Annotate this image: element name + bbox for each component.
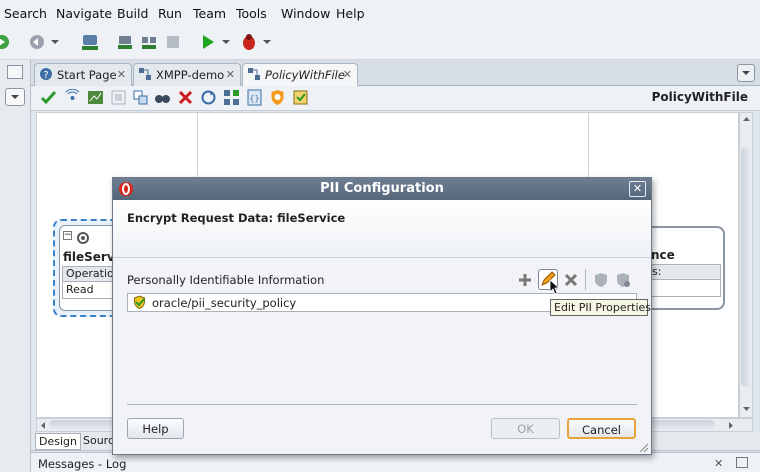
tab-start-page[interactable]: ? Start Page ✕ <box>34 63 132 86</box>
delete-icon[interactable] <box>562 271 580 289</box>
checklist-icon[interactable] <box>292 89 309 106</box>
scroll-down-icon[interactable] <box>742 405 751 413</box>
clean-icon[interactable] <box>163 32 183 52</box>
policy-shield-icon <box>134 295 145 310</box>
chevron-down-icon[interactable] <box>49 32 61 52</box>
minimize-icon[interactable] <box>736 457 748 468</box>
messages-title: Messages - Log <box>38 457 127 471</box>
wireless-icon[interactable] <box>64 89 81 106</box>
composite-icon <box>248 68 260 80</box>
source-icon[interactable]: {} <box>246 89 263 106</box>
ok-button[interactable]: OK <box>491 418 560 439</box>
scroll-left-icon[interactable] <box>39 421 47 430</box>
mouse-cursor-icon <box>549 279 561 295</box>
menu-tools[interactable]: Tools <box>236 6 267 21</box>
menu-team[interactable]: Team <box>193 6 226 21</box>
editor-toolbar: {} PolicyWithFile <box>31 86 760 111</box>
close-tab-icon[interactable]: ✕ <box>117 68 126 81</box>
minimize-icon[interactable] <box>7 65 23 79</box>
pii-configuration-dialog: PII Configuration ✕ Encrypt Request Data… <box>112 177 652 455</box>
shield-settings-icon[interactable] <box>614 271 632 289</box>
help-button[interactable]: Help <box>127 418 184 439</box>
close-icon[interactable]: ✕ <box>714 457 723 470</box>
menu-search[interactable]: Search <box>4 6 47 21</box>
collapse-icon[interactable]: − <box>63 231 72 240</box>
close-tab-icon[interactable]: ✕ <box>226 68 235 81</box>
tab-policywithfile[interactable]: PolicyWithFile ✕ <box>242 63 358 86</box>
run-menu-chevron-icon[interactable] <box>220 32 232 52</box>
composite-icon <box>139 68 151 80</box>
dialog-header: Encrypt Request Data: fileService <box>113 200 651 258</box>
gear-icon <box>77 232 89 244</box>
tab-source[interactable]: Sourc <box>83 434 114 447</box>
toolbar-divider <box>585 269 586 290</box>
dialog-subtitle: Encrypt Request Data: fileService <box>127 211 346 225</box>
component-title: nce <box>651 248 675 262</box>
dialog-separator <box>127 404 637 405</box>
shield-icon[interactable] <box>592 271 610 289</box>
close-tab-icon[interactable]: ✕ <box>343 68 352 81</box>
menu-bar: Search Navigate Build Run Team Tools Win… <box>0 0 760 26</box>
forward-icon[interactable] <box>0 32 12 52</box>
panel-menu-chevron-icon[interactable] <box>5 88 25 106</box>
menu-build[interactable]: Build <box>117 6 148 21</box>
close-icon[interactable]: ✕ <box>629 181 646 197</box>
layout-icon[interactable] <box>110 89 127 106</box>
vertical-scroll-thumb[interactable] <box>741 147 751 387</box>
resize-grip-icon[interactable] <box>639 443 649 453</box>
run-icon[interactable] <box>198 32 218 52</box>
reference-row-header: s: <box>643 264 721 280</box>
reference-row <box>643 280 721 297</box>
security-shield-icon[interactable] <box>269 89 286 106</box>
scroll-up-icon[interactable] <box>742 115 751 123</box>
vertical-scrollbar[interactable] <box>739 112 753 418</box>
dialog-title-bar[interactable]: PII Configuration ✕ <box>113 178 651 200</box>
deploy-icon[interactable] <box>115 32 135 52</box>
dialog-title: PII Configuration <box>320 181 444 196</box>
chart-icon[interactable] <box>87 89 104 106</box>
tab-xmpp-demo[interactable]: XMPP-demo ✕ <box>133 63 241 86</box>
sql-icon[interactable] <box>80 32 100 52</box>
component-title: fileServ <box>63 250 115 264</box>
messages-panel: Messages - Log ✕ <box>31 452 760 472</box>
delete-icon[interactable] <box>177 89 194 106</box>
main-toolbar <box>0 26 760 60</box>
svg-text:?: ? <box>43 70 48 81</box>
scroll-right-icon[interactable] <box>727 421 735 430</box>
tab-list-chevron-icon[interactable] <box>737 64 755 82</box>
help-circle-icon: ? <box>40 68 52 81</box>
editor-tab-bar: ? Start Page ✕ XMPP-demo ✕ PolicyWithFile ✕ <box>31 60 760 86</box>
menu-run[interactable]: Run <box>158 6 182 21</box>
sync-icon[interactable] <box>200 89 217 106</box>
menu-window[interactable]: Window <box>281 6 330 21</box>
refresh-icon[interactable] <box>27 32 47 52</box>
editor-title: PolicyWithFile <box>651 90 748 104</box>
grid-icon[interactable] <box>223 89 240 106</box>
validate-check-icon[interactable] <box>40 89 57 106</box>
cancel-button[interactable]: Cancel <box>567 418 636 439</box>
debug-icon[interactable] <box>239 32 259 52</box>
menu-navigate[interactable]: Navigate <box>56 6 112 21</box>
left-panel <box>0 60 31 472</box>
arrange-icon[interactable] <box>132 89 149 106</box>
tooltip: Edit PII Properties <box>550 299 651 316</box>
add-icon[interactable] <box>516 271 534 289</box>
find-icon[interactable] <box>154 89 171 106</box>
pii-section-label: Personally Identifiable Information <box>127 273 325 287</box>
policy-item[interactable]: oracle/pii_security_policy <box>152 296 296 310</box>
debug-menu-chevron-icon[interactable] <box>261 32 273 52</box>
menu-help[interactable]: Help <box>336 6 365 21</box>
tab-design[interactable]: Design <box>35 433 81 450</box>
svg-text:{}: {} <box>249 94 259 103</box>
build-icon[interactable] <box>139 32 159 52</box>
